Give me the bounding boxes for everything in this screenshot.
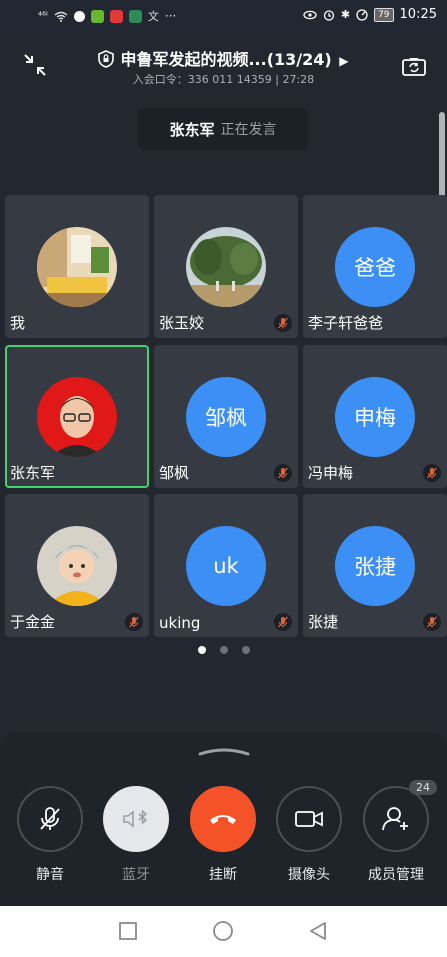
participant-tile[interactable]: 邹枫 邹枫 [154, 345, 298, 488]
participant-name: 邹枫 [159, 464, 190, 482]
speaker-status: 正在发言 [220, 122, 277, 138]
battery-icon: 79 [374, 7, 394, 22]
bluetooth-speaker-icon [123, 809, 148, 828]
avatar: 申梅 [335, 377, 415, 457]
hangup-circle[interactable] [190, 786, 256, 852]
speaker-name: 张东军 [169, 120, 215, 139]
mute-label: 静音 [36, 867, 64, 883]
alarm-icon [323, 9, 335, 21]
home-circle-icon[interactable] [212, 920, 234, 942]
page-dot-3[interactable] [241, 646, 250, 654]
participant-name: 于金金 [10, 613, 56, 631]
mic-muted-icon [274, 613, 292, 631]
mic-muted-icon [125, 613, 143, 631]
participant-tile[interactable]: 我 [5, 195, 149, 338]
participant-tile[interactable]: 爸爸 李子轩爸爸 [303, 195, 447, 338]
status-left: ⁴⁶ᴵ 文 ··· [38, 8, 176, 24]
mic-off-icon [40, 807, 60, 830]
participant-tile-active[interactable]: 张东军 [5, 345, 149, 488]
bluetooth-status-icon: ✱ [340, 8, 351, 21]
members-button[interactable]: 24 成员管理 [361, 780, 437, 884]
avatar [37, 526, 117, 606]
switch-camera-icon[interactable] [401, 54, 427, 78]
expand-handle-icon[interactable] [198, 746, 250, 756]
eye-icon [303, 10, 317, 19]
child-photo-icon [37, 526, 117, 606]
app-icon-3 [109, 9, 123, 23]
avatar [37, 227, 117, 307]
bluetooth-label: 蓝牙 [122, 867, 150, 883]
participant-tile[interactable]: 申梅 冯申梅 [303, 345, 447, 488]
avatar [37, 377, 117, 457]
mute-button[interactable]: 静音 [15, 786, 85, 884]
app-icon-4 [128, 9, 142, 23]
avatar [186, 227, 266, 307]
avatar: uk [186, 526, 266, 606]
mic-muted-icon [423, 464, 441, 482]
mic-muted-icon [423, 613, 441, 631]
system-nav-bar [0, 906, 447, 957]
back-triangle-icon[interactable] [307, 920, 329, 942]
translate-icon: 文 [147, 10, 159, 23]
participant-name: 李子轩爸爸 [308, 314, 384, 332]
meeting-header: 申鲁军发起的视频...(13/24) ▶ 入会口令：336 011 14359 … [0, 32, 447, 94]
avatar: 邹枫 [186, 377, 266, 457]
add-member-icon [382, 807, 408, 831]
participant-name: 张捷 [308, 613, 339, 631]
members-circle[interactable]: 24 [363, 780, 437, 852]
clock-time: 10:25 [399, 7, 437, 22]
shield-lock-icon [98, 50, 115, 68]
members-count-badge: 24 [409, 780, 437, 795]
speed-icon [356, 8, 368, 21]
page-dot-1[interactable] [197, 646, 206, 654]
bluetooth-button[interactable]: 蓝牙 [101, 786, 171, 884]
participant-tile[interactable]: 张玉姣 [154, 195, 298, 338]
meeting-title[interactable]: 申鲁军发起的视频...(13/24) ▶ [0, 46, 447, 70]
meeting-subtitle: 入会口令：336 011 14359 | 27:28 [132, 73, 315, 86]
app-icon-2 [90, 9, 104, 23]
title-arrow-icon: ▶ [339, 54, 349, 68]
participant-name: 张玉姣 [159, 314, 205, 332]
members-label: 成员管理 [368, 867, 424, 883]
wifi-icon [54, 11, 68, 22]
portrait-photo-icon [37, 377, 117, 457]
participant-tile[interactable]: uk uking [154, 494, 298, 637]
landscape-photo-icon [186, 227, 266, 307]
status-right: ✱ 79 10:25 [303, 7, 437, 22]
participant-name: uking [159, 614, 201, 632]
meeting-title-text: 申鲁军发起的视频...(13/24) [120, 50, 332, 69]
signal-icon: ⁴⁶ᴵ [38, 10, 48, 22]
recents-square-icon[interactable] [117, 920, 139, 942]
participant-name: 我 [10, 314, 26, 332]
status-bar: ⁴⁶ᴵ 文 ··· ✱ 79 10:25 [0, 0, 447, 32]
bluetooth-circle[interactable] [103, 786, 169, 852]
phone-hangup-icon [210, 815, 236, 824]
avatar: 张捷 [335, 526, 415, 606]
control-panel: 静音 蓝牙 挂断 摄像头 24 成员管理 [0, 732, 447, 906]
participant-tile[interactable]: 张捷 张捷 [303, 494, 447, 637]
participant-name: 冯申梅 [308, 464, 354, 482]
mic-muted-icon [274, 314, 292, 332]
camera-circle[interactable] [276, 786, 342, 852]
camera-button[interactable]: 摄像头 [274, 786, 344, 884]
mic-muted-icon [274, 464, 292, 482]
hangup-button[interactable]: 挂断 [188, 786, 258, 884]
more-status-icon: ··· [164, 9, 177, 23]
hangup-label: 挂断 [209, 867, 237, 883]
page-dot-2[interactable] [219, 646, 228, 654]
app-icon-1 [73, 10, 85, 22]
mute-circle[interactable] [17, 786, 83, 852]
camera-label: 摄像头 [288, 867, 330, 883]
participant-tile[interactable]: 于金金 [5, 494, 149, 637]
video-camera-icon [295, 811, 323, 827]
participant-name: 张东军 [10, 464, 56, 482]
room-photo-icon [37, 227, 117, 307]
active-speaker-indicator: 张东军 正在发言 [138, 108, 308, 150]
avatar: 爸爸 [335, 227, 415, 307]
page-indicator [0, 646, 447, 654]
